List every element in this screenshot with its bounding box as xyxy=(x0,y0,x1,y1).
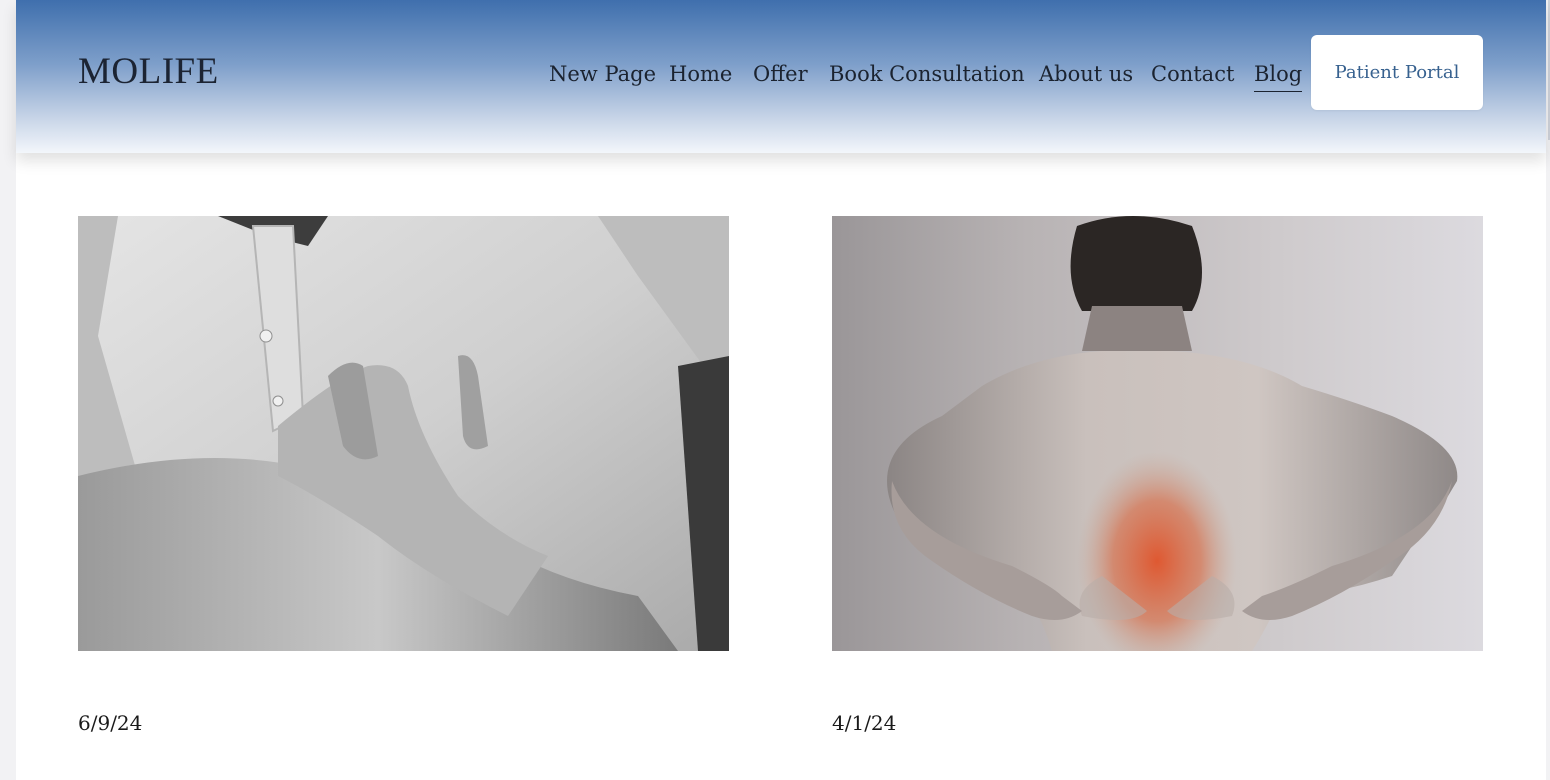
post-image-back[interactable] xyxy=(832,216,1483,651)
site-logo[interactable]: MOLIFE xyxy=(78,52,219,92)
nav-blog[interactable]: Blog xyxy=(1254,58,1303,92)
nav-home[interactable]: Home xyxy=(669,58,732,90)
nav-new-page[interactable]: New Page xyxy=(549,58,656,90)
post-image-chest[interactable] xyxy=(78,216,729,651)
patient-portal-button[interactable]: Patient Portal xyxy=(1311,35,1483,110)
post-date: 4/1/24 xyxy=(832,711,897,735)
back-pain-photo xyxy=(887,216,1458,651)
chest-pain-photo xyxy=(78,216,729,651)
site-header: MOLIFE New Page Home Offer Book Consulta… xyxy=(16,0,1546,153)
nav-book-consultation[interactable]: Book Consultation xyxy=(829,58,1025,90)
nav-contact[interactable]: Contact xyxy=(1151,58,1234,90)
post-date: 6/9/24 xyxy=(78,711,143,735)
nav-offer[interactable]: Offer xyxy=(753,58,808,90)
page-frame: MOLIFE New Page Home Offer Book Consulta… xyxy=(16,0,1546,780)
nav-about-us[interactable]: About us xyxy=(1039,58,1133,90)
